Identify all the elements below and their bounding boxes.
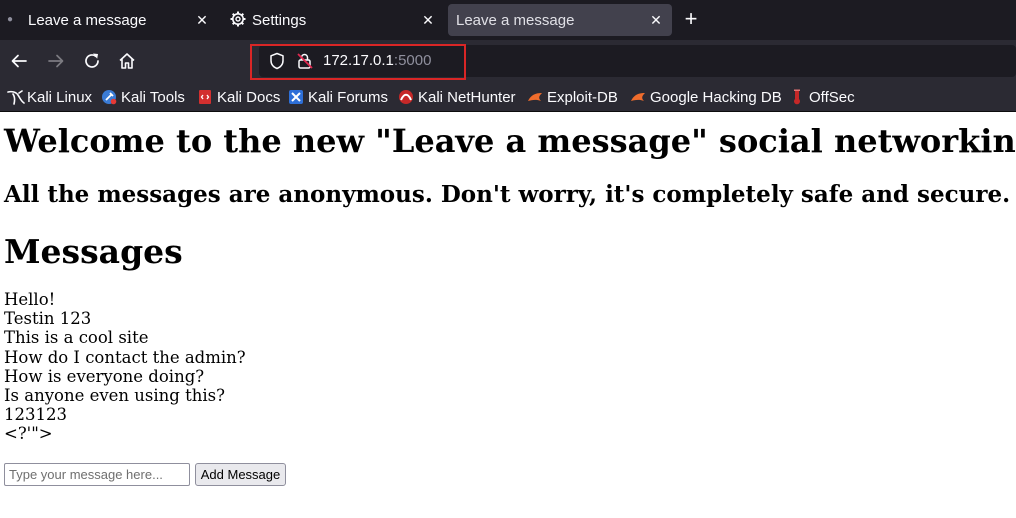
home-icon <box>119 53 135 69</box>
tab-title: Leave a message <box>28 11 147 29</box>
bookmark-label: Google Hacking DB <box>650 88 782 106</box>
url-highlight-box <box>250 44 466 80</box>
bookmark-label: Exploit-DB <box>547 88 618 106</box>
reload-icon <box>85 53 99 68</box>
back-arrow-icon <box>11 54 27 68</box>
close-tab-icon[interactable]: ✕ <box>192 10 212 30</box>
message-item: 123123 <box>4 405 67 425</box>
bookmark-label: Kali Forums <box>308 88 389 106</box>
bookmark-label: OffSec <box>809 88 855 106</box>
bookmarks-toolbar: Kali Linux Kali Tools Kali Docs Kali For… <box>0 83 1016 112</box>
navigation-bar: 172.17.0.1:5000 <box>0 40 1016 83</box>
tab-leave-a-message-1[interactable]: ● Leave a message ✕ <box>0 4 218 36</box>
ghdb-icon <box>630 89 646 105</box>
message-item: Testin 123 <box>4 309 92 329</box>
home-button[interactable] <box>116 50 138 72</box>
bookmark-label: Kali Linux <box>27 88 93 106</box>
bookmark-offsec[interactable]: OffSec <box>789 87 855 107</box>
back-button[interactable] <box>8 50 30 72</box>
tab-bar: ● Leave a message ✕ Settings ✕ Leave a m… <box>0 0 1016 40</box>
kali-tools-icon <box>101 89 117 105</box>
kali-forums-icon <box>288 89 304 105</box>
tab-settings[interactable]: Settings ✕ <box>222 4 444 36</box>
exploit-db-icon <box>527 89 543 105</box>
page-content: Welcome to the new "Leave a message" soc… <box>0 112 1016 518</box>
page-title: Welcome to the new "Leave a message" soc… <box>4 122 1016 160</box>
add-message-button[interactable]: Add Message <box>195 463 286 486</box>
messages-heading: Messages <box>4 232 183 271</box>
message-list: Hello! Testin 123 This is a cool site Ho… <box>4 290 246 444</box>
close-tab-icon[interactable]: ✕ <box>646 10 666 30</box>
bookmark-kali-nethunter[interactable]: Kali NetHunter <box>398 87 516 107</box>
message-item: How do I contact the admin? <box>4 347 246 367</box>
bookmark-kali-tools[interactable]: Kali Tools <box>101 87 185 107</box>
tab-leave-a-message-active[interactable]: Leave a message ✕ <box>448 4 672 36</box>
bookmark-kali-docs[interactable]: Kali Docs <box>197 87 280 107</box>
message-item: Is anyone even using this? <box>4 386 225 406</box>
tab-title: Settings <box>252 11 307 29</box>
kali-docs-icon <box>197 89 213 105</box>
tab-dot-icon: ● <box>7 14 14 25</box>
bookmark-google-hacking-db[interactable]: Google Hacking DB <box>630 87 782 107</box>
message-input[interactable] <box>4 463 190 486</box>
close-tab-icon[interactable]: ✕ <box>418 10 438 30</box>
message-item: <?'"> <box>4 424 53 444</box>
bookmark-label: Kali Tools <box>121 88 185 106</box>
bookmark-kali-linux[interactable]: Kali Linux <box>7 87 92 107</box>
bookmark-kali-forums[interactable]: Kali Forums <box>288 87 388 107</box>
offsec-icon <box>789 89 805 105</box>
bookmark-label: Kali Docs <box>217 88 281 106</box>
forward-arrow-icon <box>48 54 64 68</box>
message-item: This is a cool site <box>4 328 149 348</box>
message-item: Hello! <box>4 290 56 309</box>
kali-nethunter-icon <box>398 89 414 105</box>
gear-icon <box>230 11 246 31</box>
bookmark-exploit-db[interactable]: Exploit-DB <box>527 87 618 107</box>
page-subtitle: All the messages are anonymous. Don't wo… <box>4 181 1011 208</box>
forward-button[interactable] <box>45 50 67 72</box>
new-tab-button[interactable]: + <box>680 8 702 30</box>
tab-title: Leave a message <box>456 11 575 29</box>
reload-button[interactable] <box>81 50 103 72</box>
bookmark-label: Kali NetHunter <box>418 88 516 106</box>
kali-dragon-icon <box>7 89 25 105</box>
message-item: How is everyone doing? <box>4 366 205 386</box>
